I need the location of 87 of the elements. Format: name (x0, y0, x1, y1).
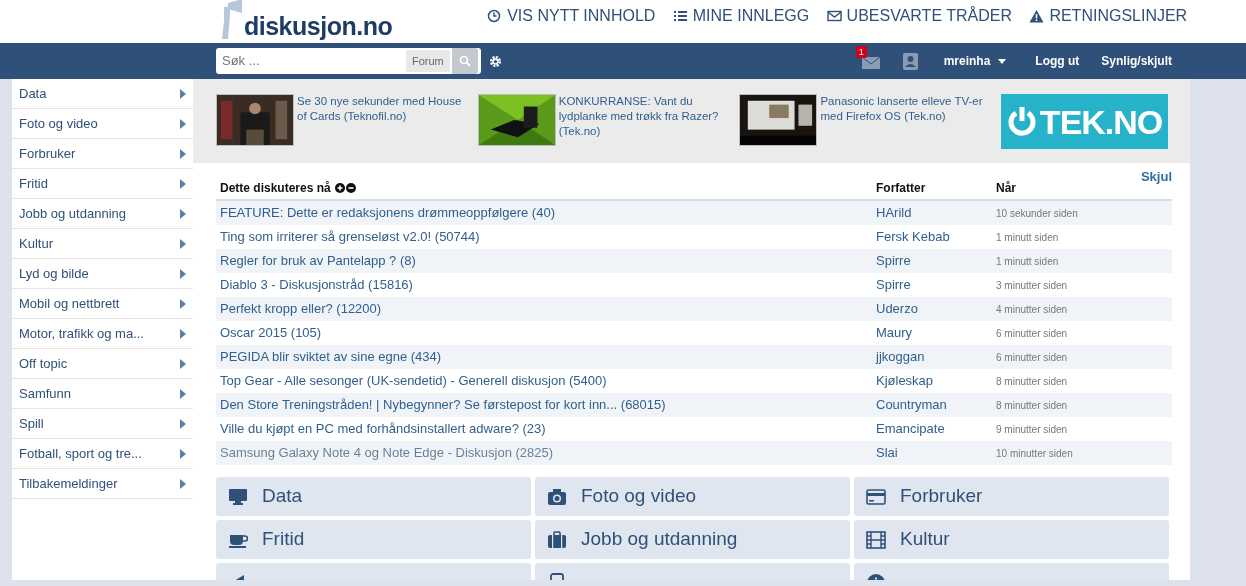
thread-link[interactable]: Oscar 2015 (105) (220, 325, 322, 341)
list-icon (672, 9, 688, 23)
category-tile[interactable]: Jobb og utdanning (535, 520, 850, 559)
thread-link[interactable]: FEATURE: Dette er redaksjonens drømmeoppfølgere (40) (220, 205, 555, 221)
thread-link[interactable]: Den Store Treningstråden! | Nybegynner? Se førstepost for kort inn... (68015) (220, 397, 666, 413)
author-link[interactable]: Countryman (876, 397, 947, 413)
thread-link[interactable]: Ting som irriterer så grenseløst v2.0! (50744) (220, 229, 480, 245)
author-link[interactable]: Emancipate (876, 421, 945, 437)
caret-icon (180, 418, 186, 429)
author-link[interactable]: Spirre (876, 253, 911, 269)
nav-link[interactable]: MINE INNLEGG (672, 4, 810, 28)
caret-icon (180, 88, 186, 99)
user-card-icon[interactable] (902, 52, 918, 70)
search-icon (458, 55, 471, 67)
time-text: 10 sekunder siden (996, 206, 1078, 221)
category-tile[interactable]: Kultur (854, 520, 1169, 559)
nav-link[interactable]: RETNINGSLINJER (1029, 4, 1188, 28)
film-icon (866, 529, 886, 550)
caret-icon (180, 178, 186, 189)
power-icon (1006, 104, 1037, 139)
notification-badge: 1 (855, 46, 867, 59)
author-link[interactable]: Maury (876, 325, 913, 341)
envelope-icon (826, 9, 842, 23)
caret-icon (180, 328, 186, 339)
camera-icon (547, 486, 567, 507)
caret-icon (180, 298, 186, 309)
thread-link[interactable]: Top Gear - Alle sesonger (UK-sendetid) - Generell diskusjon (5400) (220, 373, 607, 389)
author-link[interactable]: HArild (876, 205, 912, 221)
card-icon (866, 486, 886, 507)
author-link[interactable]: Uderzo (876, 301, 918, 317)
author-link[interactable]: Slai (876, 445, 898, 461)
column-header: Når (996, 180, 1017, 197)
thread-link[interactable]: Ville du kjøpt en PC med forhåndsinstallert adware? (23) (220, 421, 546, 437)
author-link[interactable]: Spirre (876, 277, 911, 293)
briefcase-icon (547, 529, 567, 550)
category-tile[interactable]: Fritid (216, 520, 531, 559)
column-header: Forfatter (876, 180, 927, 197)
time-text: 1 minutt siden (996, 254, 1059, 269)
nav-link[interactable]: Synlig/skjult (1101, 52, 1172, 70)
promo-link[interactable]: KONKURRANSE: Vant du lydplanke med trøkk fra Razer? (Tek.no) (558, 94, 729, 163)
promo-link[interactable]: Panasonic lanserte elleve TV-er med Firefox OS (Tek.no) (820, 94, 991, 163)
hide-link[interactable]: Skjul (1140, 167, 1172, 187)
caret-icon (180, 478, 186, 489)
thread-link[interactable]: Regler for bruk av Pantelapp ? (8) (220, 253, 416, 269)
thread-link[interactable]: Perfekt kropp eller? (12200) (220, 301, 382, 317)
caret-icon (180, 358, 186, 369)
author-link[interactable]: Fersk Kebab (876, 229, 950, 245)
time-text: 8 minutter siden (996, 398, 1068, 413)
promo-link[interactable]: Se 30 nye sekunder med House of Cards (Teknofil.no) (297, 94, 467, 163)
thread-link[interactable]: PEGIDA blir sviktet av sine egne (434) (220, 349, 442, 365)
author-link[interactable]: Kjøleskap (876, 373, 934, 389)
time-text: 3 minutter siden (996, 278, 1068, 293)
search-scope[interactable]: Forum (406, 49, 450, 73)
user-menu[interactable]: mreinha (943, 52, 1007, 70)
caret-icon (180, 148, 186, 159)
column-header: Dette diskuteres nå (220, 180, 331, 197)
author-link[interactable]: jjkoggan (876, 349, 925, 365)
nav-link[interactable]: UBESVARTE TRÅDER (826, 4, 1012, 28)
settings-icon[interactable] (489, 54, 502, 68)
logo[interactable]: diskusjon.no (244, 14, 393, 39)
time-text: 10 minutter siden (996, 446, 1073, 461)
time-text: 9 minutter siden (996, 422, 1068, 437)
thread-link[interactable]: Diablo 3 - Diskusjonstråd (15816) (220, 277, 413, 293)
caret-icon (180, 238, 186, 249)
caret-icon (180, 388, 186, 399)
category-tile[interactable]: Forbruker (854, 477, 1169, 516)
time-text: 6 minutter siden (996, 326, 1068, 341)
warning-icon (1029, 9, 1045, 23)
clock-icon (487, 9, 503, 23)
category-tile[interactable]: Foto og video (535, 477, 850, 516)
time-text: 1 minutt siden (996, 230, 1059, 245)
caret-icon (998, 58, 1007, 64)
category-tile[interactable]: Data (216, 477, 531, 516)
caret-icon (180, 208, 186, 219)
nav-link[interactable]: VIS NYTT INNHOLD (487, 4, 656, 28)
caret-icon (180, 268, 186, 279)
time-text: 8 minutter siden (996, 374, 1068, 389)
minus-icon[interactable] (345, 183, 356, 193)
thread-link[interactable]: Samsung Galaxy Note 4 og Note Edge - Diskusjon (2825) (220, 445, 554, 461)
caret-icon (180, 118, 186, 129)
search-field[interactable]: Søk ... Forum (216, 48, 481, 74)
caret-icon (180, 448, 186, 459)
time-text: 4 minutter siden (996, 302, 1068, 317)
nav-link[interactable]: Logg ut (1035, 52, 1080, 70)
monitor-icon (228, 486, 248, 507)
time-text: 6 minutter siden (996, 350, 1068, 365)
plus-icon[interactable] (334, 183, 345, 193)
